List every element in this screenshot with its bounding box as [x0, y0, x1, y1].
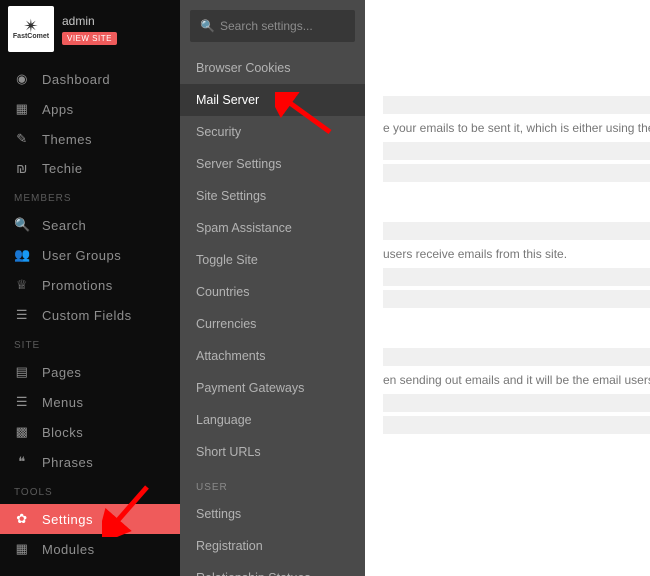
sidebar-item-label: Apps: [42, 102, 74, 117]
sidebar-item-label: Blocks: [42, 425, 83, 440]
sidebar-item-menus[interactable]: ☰ Menus: [0, 387, 180, 417]
sidebar-item-themes[interactable]: ✎ Themes: [0, 124, 180, 154]
logo-text: FastComet: [13, 33, 49, 40]
placeholder-bar: [383, 416, 650, 434]
placeholder-bar: [383, 268, 650, 286]
sidebar-item-label: Dashboard: [42, 72, 110, 87]
placeholder-bar: [383, 394, 650, 412]
settings-item-registration[interactable]: Registration: [180, 530, 365, 562]
settings-item-payment-gateways[interactable]: Payment Gateways: [180, 372, 365, 404]
quote-icon: ❝: [14, 454, 30, 470]
search-icon: 🔍: [200, 19, 215, 33]
placeholder-bar: [383, 164, 650, 182]
logo[interactable]: ✴ FastComet: [8, 6, 54, 52]
admin-username[interactable]: admin: [62, 14, 117, 28]
placeholder-bar: [383, 348, 650, 366]
sidebar-item-label: Promotions: [42, 278, 113, 293]
settings-item-security[interactable]: Security: [180, 116, 365, 148]
settings-panel: 🔍 Browser Cookies Mail Server Security S…: [180, 0, 365, 576]
sidebar-item-label: Settings: [42, 512, 93, 527]
sidebar-item-label: Search: [42, 218, 86, 233]
sidebar-item-techie[interactable]: ₪ Techie: [0, 154, 180, 183]
settings-section-user: USER: [180, 468, 365, 498]
brush-icon: ✎: [14, 131, 30, 147]
comet-icon: ✴: [23, 19, 38, 33]
users-icon: 👥: [14, 247, 30, 263]
settings-item-mail-server[interactable]: Mail Server: [180, 84, 365, 116]
search-icon: 🔍: [14, 217, 30, 233]
sidebar-item-blocks[interactable]: ▩ Blocks: [0, 417, 180, 447]
settings-item-browser-cookies[interactable]: Browser Cookies: [180, 52, 365, 84]
sidebar-item-label: User Groups: [42, 248, 121, 263]
sidebar-header: ✴ FastComet admin VIEW SITE: [0, 0, 180, 64]
sidebar-item-settings[interactable]: ✿ Settings: [0, 504, 180, 534]
sidebar-item-label: Modules: [42, 542, 95, 557]
sidebar-item-label: Techie: [42, 161, 83, 176]
gear-icon: ✿: [14, 511, 30, 527]
sidebar: ✴ FastComet admin VIEW SITE ◉ Dashboard …: [0, 0, 180, 576]
apps-icon: ▦: [14, 101, 30, 117]
help-text: e your emails to be sent it, which is ei…: [383, 118, 650, 138]
settings-item-server-settings[interactable]: Server Settings: [180, 148, 365, 180]
view-site-button[interactable]: VIEW SITE: [62, 32, 117, 45]
placeholder-bar: [383, 222, 650, 240]
placeholder-bar: [383, 96, 650, 114]
modules-icon: ▦: [14, 541, 30, 557]
list-icon: ☰: [14, 307, 30, 323]
sidebar-item-phrases[interactable]: ❝ Phrases: [0, 447, 180, 477]
settings-item-user-settings[interactable]: Settings: [180, 498, 365, 530]
settings-item-currencies[interactable]: Currencies: [180, 308, 365, 340]
help-text: en sending out emails and it will be the…: [383, 370, 650, 390]
settings-item-relationship-statues[interactable]: Relationship Statues: [180, 562, 365, 576]
menu-icon: ☰: [14, 394, 30, 410]
sidebar-item-apps[interactable]: ▦ Apps: [0, 94, 180, 124]
page-icon: ▤: [14, 364, 30, 380]
placeholder-bar: [383, 142, 650, 160]
main-content: e your emails to be sent it, which is ei…: [365, 0, 650, 576]
placeholder-bar: [383, 290, 650, 308]
diamond-icon: ♕: [14, 277, 30, 293]
settings-item-language[interactable]: Language: [180, 404, 365, 436]
section-label-members: MEMBERS: [0, 183, 180, 210]
sidebar-item-search[interactable]: 🔍 Search: [0, 210, 180, 240]
sidebar-item-modules[interactable]: ▦ Modules: [0, 534, 180, 564]
settings-item-countries[interactable]: Countries: [180, 276, 365, 308]
section-label-site: SITE: [0, 330, 180, 357]
section-label-tools: TOOLS: [0, 477, 180, 504]
sidebar-item-dashboard[interactable]: ◉ Dashboard: [0, 64, 180, 94]
sidebar-item-label: Pages: [42, 365, 81, 380]
sidebar-item-label: Phrases: [42, 455, 93, 470]
sidebar-item-promotions[interactable]: ♕ Promotions: [0, 270, 180, 300]
sidebar-item-custom-fields[interactable]: ☰ Custom Fields: [0, 300, 180, 330]
sidebar-item-label: Menus: [42, 395, 84, 410]
sidebar-item-user-groups[interactable]: 👥 User Groups: [0, 240, 180, 270]
help-text: users receive emails from this site.: [383, 244, 650, 264]
sidebar-item-label: Themes: [42, 132, 92, 147]
sidebar-item-pages[interactable]: ▤ Pages: [0, 357, 180, 387]
settings-item-toggle-site[interactable]: Toggle Site: [180, 244, 365, 276]
techie-icon: ₪: [14, 161, 30, 176]
settings-item-site-settings[interactable]: Site Settings: [180, 180, 365, 212]
settings-item-attachments[interactable]: Attachments: [180, 340, 365, 372]
grid-icon: ▩: [14, 424, 30, 440]
sidebar-item-label: Custom Fields: [42, 308, 132, 323]
settings-item-spam-assistance[interactable]: Spam Assistance: [180, 212, 365, 244]
settings-item-short-urls[interactable]: Short URLs: [180, 436, 365, 468]
dashboard-icon: ◉: [14, 71, 30, 87]
